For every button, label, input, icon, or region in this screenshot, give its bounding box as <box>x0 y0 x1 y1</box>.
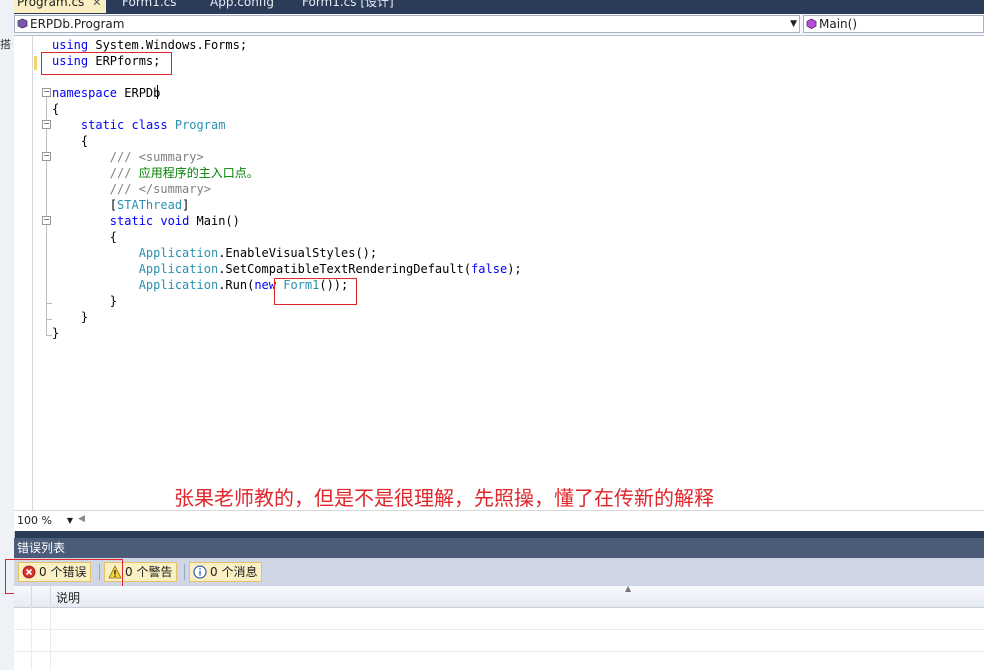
code-token: { <box>52 230 118 244</box>
code-token: .Run( <box>218 278 255 292</box>
column-header-index[interactable] <box>31 586 51 607</box>
code-line[interactable]: } <box>52 325 59 341</box>
zoom-combo[interactable]: 100 % ▼ <box>17 513 75 529</box>
code-line[interactable]: static class Program <box>52 117 226 133</box>
editor-footer: 100 % ▼ ◀ <box>14 510 984 531</box>
code-token: /// <box>109 182 139 196</box>
code-token: Application <box>138 278 219 292</box>
code-token: Main() <box>189 214 240 228</box>
tab-app-config[interactable]: App.config <box>210 0 274 13</box>
code-token: namespace <box>52 86 118 100</box>
code-token: } <box>52 310 89 324</box>
class-icon <box>17 18 28 29</box>
code-token: /// <box>109 166 139 180</box>
code-token: ); <box>507 262 522 276</box>
annotation-text: 张果老师教的，但是不是很理解，先照操，懂了在传新的解释 <box>174 486 714 510</box>
tab-form1-cs[interactable]: Form1.cs <box>122 0 177 13</box>
code-token: static <box>109 214 154 228</box>
code-line[interactable]: Application.SetCompatibleTextRenderingDe… <box>52 261 522 277</box>
toolbox-tab-glyph[interactable]: 搭 <box>0 36 11 52</box>
code-token: ] <box>182 198 190 212</box>
code-token: </summary> <box>138 182 211 196</box>
error-list-header: 说明 ▲ <box>14 584 984 608</box>
editor-gutter[interactable] <box>14 36 33 510</box>
code-token: { <box>52 102 60 116</box>
code-token: STAThread <box>117 198 183 212</box>
tab-form1-designer[interactable]: Form1.cs [设计] <box>302 0 394 13</box>
code-line[interactable]: { <box>52 133 88 149</box>
code-line[interactable]: /// 应用程序的主入口点。 <box>52 165 259 181</box>
messages-filter-button[interactable]: 0 个消息 <box>189 562 263 582</box>
document-tab-strip: Program.cs ✕ Form1.cs App.config Form1.cs… <box>14 0 984 14</box>
fold-toggle-namespace[interactable]: − <box>42 88 51 97</box>
code-token: /// <box>109 150 139 164</box>
member-combo[interactable]: Main() <box>803 15 984 33</box>
code-line[interactable]: } <box>52 309 88 325</box>
chevron-down-icon[interactable]: ▼ <box>790 16 797 32</box>
code-line[interactable]: [STAThread] <box>52 197 190 213</box>
class-combo[interactable]: ERPDb.Program ▼ <box>14 15 800 33</box>
code-token: Application <box>138 246 219 260</box>
code-token: ERPDb <box>117 86 161 100</box>
error-list-grid[interactable]: 说明 ▲ <box>14 584 984 670</box>
fold-toggle-class[interactable]: − <box>42 120 51 129</box>
change-marker <box>34 56 37 70</box>
code-line[interactable]: Application.EnableVisualStyles(); <box>52 245 377 261</box>
code-line[interactable]: static void Main() <box>52 213 240 229</box>
code-editor[interactable]: − − − − using System.Windows.Forms; using… <box>14 36 984 510</box>
sort-ascending-icon: ▲ <box>625 584 632 593</box>
error-list-title: 错误列表 <box>14 538 984 558</box>
code-token: 应用程序的主入口点。 <box>138 166 259 180</box>
code-token: .SetCompatibleTextRenderingDefault( <box>218 262 472 276</box>
chevron-down-icon[interactable]: ▼ <box>67 513 73 529</box>
code-token: <summary> <box>138 150 204 164</box>
code-token: { <box>52 134 89 148</box>
code-token: false <box>471 262 508 276</box>
code-line[interactable]: { <box>52 101 59 117</box>
code-token: Program <box>174 118 226 132</box>
code-token: .EnableVisualStyles(); <box>218 246 378 260</box>
text-caret <box>157 85 158 99</box>
highlight-form1 <box>274 278 357 305</box>
fold-toggle-main[interactable]: − <box>42 216 51 225</box>
error-list-toolbar: 0 个错误 0 个警告 0 个消息 <box>14 558 984 586</box>
scroll-left-arrow-icon[interactable]: ◀ <box>78 514 85 524</box>
code-token: [ <box>52 198 118 212</box>
method-icon <box>806 18 817 29</box>
code-token: Application <box>138 262 219 276</box>
code-line[interactable]: namespace ERPDb <box>52 85 160 101</box>
column-header-category[interactable] <box>14 586 32 607</box>
code-line[interactable]: using System.Windows.Forms; <box>52 37 247 53</box>
code-token: } <box>52 294 118 308</box>
fold-toggle-summary[interactable]: − <box>42 152 51 161</box>
code-line[interactable]: /// <summary> <box>52 149 204 165</box>
code-token: class <box>131 118 168 132</box>
tab-program-cs[interactable]: Program.cs ✕ <box>14 0 106 13</box>
column-header-description[interactable]: 说明 <box>56 589 80 606</box>
code-token: void <box>160 214 190 228</box>
info-icon <box>193 565 207 579</box>
code-token: using <box>52 38 89 52</box>
code-line[interactable]: } <box>52 293 117 309</box>
close-icon[interactable]: ✕ <box>92 0 101 9</box>
navigation-bar: ERPDb.Program ▼ Main() <box>14 14 984 36</box>
code-line[interactable]: { <box>52 229 117 245</box>
code-token: } <box>52 326 60 340</box>
highlight-using-erpforms <box>41 52 172 75</box>
code-line[interactable]: /// </summary> <box>52 181 211 197</box>
code-token: System.Windows.Forms; <box>88 38 248 52</box>
code-token: static <box>80 118 125 132</box>
code-token: new <box>254 278 276 292</box>
